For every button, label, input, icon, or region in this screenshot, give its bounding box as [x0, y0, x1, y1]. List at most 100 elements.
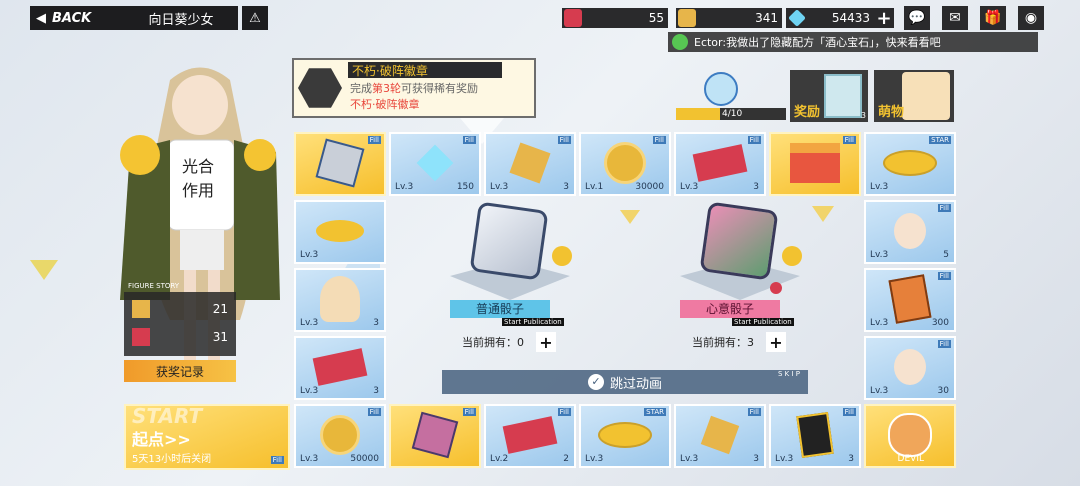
ticket-icon [564, 9, 582, 27]
board-tile: Lv.3 3 [294, 336, 386, 400]
tile-count: 30 [937, 386, 949, 396]
star-mask-icon [883, 149, 937, 176]
stats-value-1: 21 [212, 302, 228, 316]
tile-level: Lv.3 [300, 454, 319, 464]
tile-badge: Fill [367, 136, 381, 144]
black-card-icon [796, 411, 834, 458]
mail-icon[interactable]: ✉ [942, 6, 968, 30]
mengwu-avatar [902, 72, 950, 120]
tile-badge: Fill [747, 408, 761, 416]
ticket-icon [132, 328, 150, 346]
board-tile: Fill Lv.3 3 [674, 404, 766, 468]
normal-dice-icon [469, 201, 549, 281]
chat-bubble-icon[interactable]: 💬 [904, 6, 930, 30]
skip-sub: S K I P [778, 370, 800, 378]
heart-dice-label: 心意骰子 [680, 300, 780, 318]
tile-devil-tag: DEVIL [897, 454, 924, 464]
heart-dice-sub: Start Publication [732, 318, 794, 326]
board-tile: Fill [294, 132, 386, 196]
heart-dice-button[interactable]: 心意骰子 Start Publication [670, 200, 810, 330]
tile-level: Lv.3 [680, 182, 699, 192]
board-tile: Lv.3 STAR [864, 132, 956, 196]
board-tile: Fill Lv.3 30 [864, 336, 956, 400]
tile-count: 50000 [350, 454, 379, 464]
hexagon-badge-icon [298, 68, 342, 108]
board-tile: Lv.3 [294, 200, 386, 264]
add-heart-dice-button[interactable]: + [766, 332, 786, 352]
tile-level: Lv.2 [490, 454, 509, 464]
diamond-resource: 54433 [786, 8, 874, 28]
tile-badge: Fill [937, 272, 951, 280]
add-diamond-button[interactable]: + [874, 8, 894, 29]
star-coin-icon [509, 142, 551, 184]
badge-reward-name: 不朽·破阵徽章 [350, 98, 420, 111]
board-tile: Fill Lv.3 3 [674, 132, 766, 196]
ticket-resource: 55 [562, 8, 668, 28]
bg-triangle [30, 260, 58, 280]
warning-triangle-icon[interactable]: ⚠ [242, 6, 268, 30]
star-coin-icon [132, 300, 150, 318]
shop-bag-icon[interactable]: 🎁 [980, 6, 1006, 30]
star-coin-count: 341 [755, 11, 778, 25]
tile-level: Lv.3 [870, 386, 889, 396]
board-tile: DEVIL [864, 404, 956, 468]
tile-count: 3 [563, 182, 569, 192]
svg-text:光合: 光合 [182, 157, 214, 176]
round-progress-bar: 4/10 [676, 108, 786, 120]
reward-label: 奖励 [794, 105, 821, 120]
back-arrow-icon: ◀ [36, 10, 46, 26]
start-countdown: 5天13小时后关闭 [132, 454, 212, 465]
badge-event-panel[interactable]: 不朽·破阵徽章 完成第3轮可获得稀有奖励 不朽·破阵徽章 [292, 58, 536, 118]
round-progress-text: 4/10 [722, 109, 743, 119]
tile-count: 150 [456, 182, 474, 192]
flower-icon [552, 246, 572, 266]
joystick-icon [770, 282, 782, 294]
tile-badge: Fill [270, 456, 284, 464]
badge-title: 不朽·破阵徽章 [348, 62, 502, 78]
avatar-head-star-icon [894, 348, 926, 385]
lucky-ticket-icon [312, 347, 368, 386]
tile-badge: Fill [652, 136, 666, 144]
diamond-icon [788, 9, 806, 27]
board-tile: Fill [389, 404, 481, 468]
heart-dice-owned-count: 3 [747, 336, 754, 349]
tile-level: Lv.3 [870, 250, 889, 260]
tile-badge: Fill [462, 408, 476, 416]
svg-text:作用: 作用 [182, 181, 214, 200]
reward-box[interactable]: 奖励 3 [790, 70, 868, 122]
tile-level: Lv.3 [490, 182, 509, 192]
skip-animation-toggle[interactable]: ✓ 跳过动画 S K I P [442, 370, 808, 394]
lucky-ticket-icon [692, 143, 748, 182]
add-normal-dice-button[interactable]: + [536, 332, 556, 352]
tile-badge: Fill [937, 204, 951, 212]
bg-triangle [620, 210, 640, 224]
tile-badge: Fill [557, 136, 571, 144]
heart-dice-icon [411, 411, 459, 459]
round-progress-fill [676, 108, 720, 120]
star-mask-icon [598, 421, 652, 448]
mengwu-box[interactable]: 萌物 [874, 70, 954, 122]
tile-level: Lv.3 [680, 454, 699, 464]
tile-badge: Fill [462, 136, 476, 144]
chat-ticker[interactable]: Ector:我做出了隐藏配方「酒心宝石」，快来看看吧 [668, 32, 1038, 52]
award-record-button[interactable]: 获奖记录 [124, 360, 236, 382]
tile-badge: Fill [842, 136, 856, 144]
back-button[interactable]: ◀ BACK [30, 6, 124, 30]
tile-level: Lv.3 [300, 250, 319, 260]
star-coin-icon [678, 9, 696, 27]
tile-count: 3 [373, 386, 379, 396]
normal-dice-owned: 当前拥有：0 [462, 336, 524, 349]
board-tile: Fill Lv.1 30000 [579, 132, 671, 196]
tile-count: 3 [753, 454, 759, 464]
avatar-head-star-icon [894, 212, 926, 249]
dice-icon [315, 138, 365, 188]
lucky-ticket-icon [502, 415, 558, 454]
mengwu-label: 萌物 [878, 105, 905, 120]
start-tile[interactable]: START 起点>> 5天13小时后关闭 Fill [124, 404, 290, 470]
settings-eye-icon[interactable]: ◉ [1018, 6, 1044, 30]
skip-label: 跳过动画 [609, 376, 662, 392]
chibi-girl-icon [320, 275, 360, 322]
stats-value-2: 31 [212, 330, 228, 344]
normal-dice-button[interactable]: 普通骰子 Start Publication [440, 200, 580, 330]
star-coin-icon [700, 415, 740, 455]
